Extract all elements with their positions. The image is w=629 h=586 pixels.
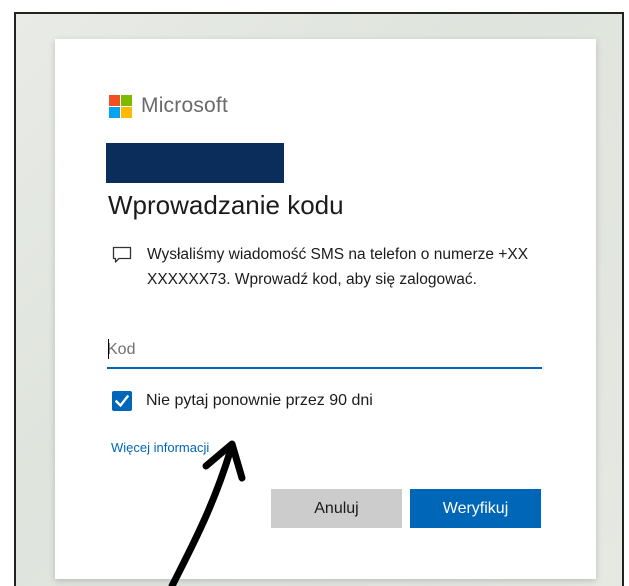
brand-name: Microsoft (141, 94, 228, 117)
redacted-account-bar (106, 143, 284, 183)
code-input[interactable] (107, 335, 542, 369)
signin-card: Microsoft Wprowadzanie kodu Wysłaliśmy w… (55, 39, 596, 579)
page-title: Wprowadzanie kodu (108, 190, 344, 220)
checkmark-icon (114, 394, 130, 408)
message-bubble-icon (112, 246, 132, 263)
hand-drawn-arrow-icon (168, 440, 246, 586)
cancel-button[interactable]: Anuluj (271, 489, 402, 528)
screenshot-frame: Microsoft Wprowadzanie kodu Wysłaliśmy w… (14, 12, 624, 586)
verify-button[interactable]: Weryfikuj (410, 489, 541, 528)
microsoft-logo: Microsoft (109, 94, 228, 118)
remember-checkbox[interactable] (112, 391, 132, 411)
remember-label[interactable]: Nie pytaj ponownie przez 90 dni (146, 392, 373, 410)
text-caret (108, 339, 109, 359)
sms-sent-message: Wysłaliśmy wiadomość SMS na telefon o nu… (147, 246, 529, 288)
microsoft-logo-icon (109, 94, 132, 118)
